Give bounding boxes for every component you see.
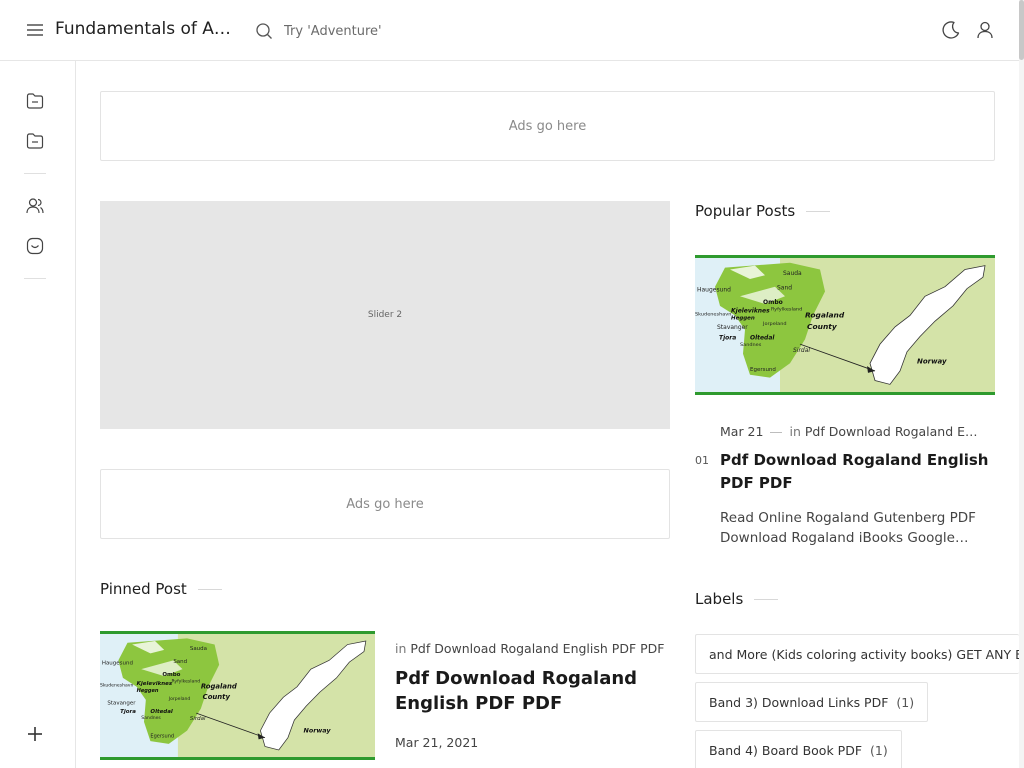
- pinned-post-meta: in Pdf Download Rogaland English PDF PDF: [395, 641, 670, 656]
- labels-heading: Labels: [695, 590, 779, 608]
- label-chip-name: and More (Kids coloring activity books) …: [709, 646, 1019, 662]
- pinned-post-title[interactable]: Pdf Download Rogaland English PDF PDF: [395, 666, 660, 716]
- popular-post-snippet-text: Read Online Rogaland Gutenberg PDF Downl…: [720, 510, 976, 546]
- map-label: Stavanger: [107, 700, 136, 706]
- label-chip-count: (1): [870, 742, 888, 758]
- sidebar-divider: [24, 278, 46, 279]
- folder-icon[interactable]: [25, 131, 45, 151]
- rogaland-map-image: Haugesund Sauda Sand Kjeleviknes Ombo Ry…: [695, 258, 995, 392]
- scrollbar-thumb[interactable]: [1019, 0, 1024, 60]
- moon-icon[interactable]: [941, 20, 961, 40]
- label-chip-count: (1): [896, 694, 915, 710]
- map-label: Kjeleviknes: [137, 681, 173, 687]
- map-label: Haugesund: [697, 288, 731, 294]
- users-icon[interactable]: [25, 196, 45, 216]
- map-label: County: [203, 693, 231, 701]
- scrollbar[interactable]: [1019, 0, 1024, 768]
- map-label: Sandnes: [740, 342, 762, 348]
- map-label: Haugesund: [102, 661, 133, 667]
- pinned-post-category-link[interactable]: Pdf Download Rogaland English PDF PDF: [410, 641, 664, 656]
- map-label: Oltedal: [150, 709, 173, 715]
- map-label: Ryfylkesland: [771, 307, 802, 313]
- map-label: Skudeneshavn: [695, 312, 731, 318]
- map-label: Egersund: [750, 367, 776, 373]
- label-chip[interactable]: Band 3) Download Links PDF (1): [695, 682, 929, 722]
- map-label: Rogaland: [201, 683, 237, 691]
- popular-posts-heading: Popular Posts: [695, 202, 831, 220]
- map-label: Egersund: [150, 734, 174, 740]
- map-label: Tjora: [120, 709, 136, 715]
- map-label: Ombo: [763, 300, 783, 306]
- popular-post-category-link[interactable]: Pdf Download Rogaland E…: [805, 424, 978, 439]
- search-bar[interactable]: [255, 19, 484, 43]
- meta-in-label: in: [789, 424, 801, 439]
- meta-in-label: in: [395, 641, 407, 656]
- folder-icon[interactable]: [25, 91, 45, 111]
- label-chip-name: Band 4) Board Book PDF: [709, 742, 863, 758]
- pinned-post-title-text: Pinned Post: [100, 580, 187, 598]
- ad-placeholder-text: Ads go here: [508, 118, 587, 134]
- map-label: Oltedal: [750, 335, 775, 341]
- ad-banner-top[interactable]: Ads go here: [100, 91, 995, 161]
- ad-placeholder-text: Ads go here: [346, 496, 424, 512]
- popular-post-snippet: Read Online Rogaland Gutenberg PDF Downl…: [720, 508, 995, 548]
- map-label: Sauda: [783, 271, 802, 277]
- featured-slider[interactable]: Slider 2: [100, 201, 670, 429]
- popular-posts-title-text: Popular Posts: [695, 202, 796, 220]
- menu-icon[interactable]: [25, 21, 45, 39]
- map-label: County: [807, 322, 838, 331]
- label-chip[interactable]: and More (Kids coloring activity books) …: [695, 634, 1019, 674]
- popular-post-meta: Mar 21 in Pdf Download Rogaland E…: [720, 424, 995, 439]
- map-label: Jorpeland: [168, 696, 191, 702]
- pinned-post-heading: Pinned Post: [100, 580, 222, 598]
- map-label: Jorpeland: [762, 321, 787, 327]
- sidebar-divider: [24, 173, 46, 174]
- map-label: Norway: [304, 728, 332, 735]
- map-label: Ryfylkesland: [172, 678, 201, 684]
- map-label: Heggen: [731, 315, 755, 321]
- ad-banner-middle[interactable]: Ads go here: [100, 469, 670, 539]
- map-label: Sauda: [190, 646, 207, 652]
- map-label: Rogaland: [805, 310, 845, 319]
- map-label: Sandnes: [141, 715, 161, 721]
- popular-post-thumbnail[interactable]: Haugesund Sauda Sand Kjeleviknes Ombo Ry…: [695, 255, 995, 395]
- label-chip[interactable]: Band 4) Board Book PDF (1): [695, 730, 902, 768]
- map-label: Sirdal: [190, 716, 206, 722]
- map-label: Stavanger: [717, 325, 748, 331]
- map-label: Tjora: [719, 335, 736, 341]
- label-chip-name: Band 3) Download Links PDF: [709, 694, 889, 710]
- map-label: Kjeleviknes: [731, 309, 770, 315]
- user-icon[interactable]: [975, 20, 995, 40]
- pinned-post-thumbnail[interactable]: Haugesund Sauda Sand Kjeleviknes Ombo Ry…: [100, 631, 375, 760]
- map-label: Heggen: [137, 688, 159, 694]
- labels-title-text: Labels: [695, 590, 744, 608]
- slider-label: Slider 2: [367, 310, 403, 320]
- map-label: Ombo: [162, 672, 180, 678]
- popular-post-rank: 01: [695, 454, 709, 467]
- map-label: Sand: [777, 286, 792, 292]
- search-input[interactable]: [284, 23, 484, 39]
- pinned-post-date: Mar 21, 2021: [395, 735, 479, 750]
- map-label: Sand: [173, 659, 187, 665]
- sidebar: [0, 61, 76, 768]
- map-label: Skudeneshavn: [100, 683, 134, 689]
- popular-post-title[interactable]: Pdf Download Rogaland English PDF PDF: [720, 449, 1000, 495]
- plus-icon[interactable]: [26, 725, 44, 743]
- rogaland-map-image: Haugesund Sauda Sand Kjeleviknes Ombo Ry…: [100, 634, 375, 757]
- map-label: Sirdal: [793, 348, 810, 354]
- search-icon: [256, 23, 272, 39]
- map-label: Norway: [917, 357, 947, 365]
- site-title[interactable]: Fundamentals of Aut…: [55, 19, 235, 39]
- popular-post-date: Mar 21: [720, 424, 764, 439]
- top-bar: Fundamentals of Aut…: [0, 0, 1019, 61]
- smile-icon[interactable]: [25, 236, 45, 256]
